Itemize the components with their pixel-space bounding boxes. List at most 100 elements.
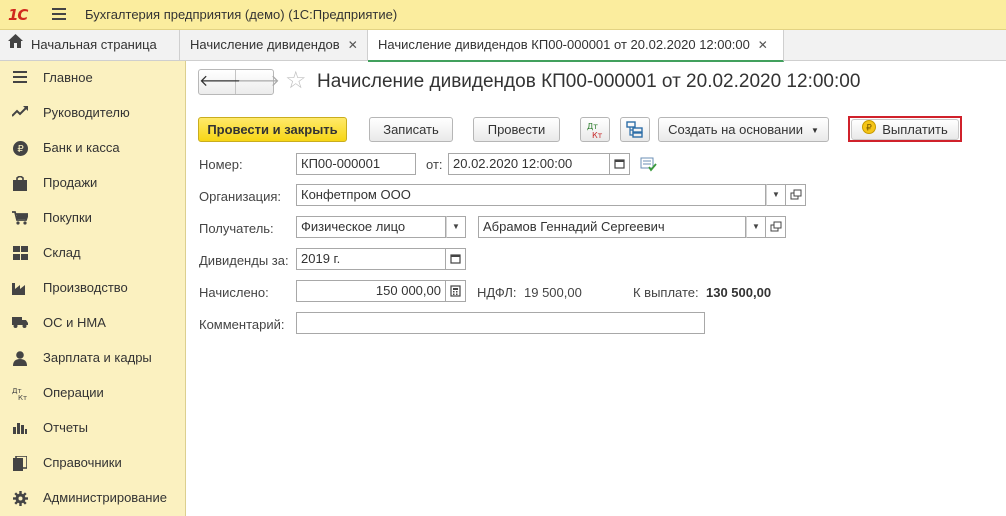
tab-dividends-list[interactable]: Начисление дивидендов ✕ xyxy=(180,30,368,61)
create-based-on-button[interactable]: Создать на основании ▼ xyxy=(658,117,829,142)
sidebar-item-purchases[interactable]: Покупки xyxy=(0,201,186,236)
organization-label: Организация: xyxy=(199,189,282,204)
sidebar-item-label: Операции xyxy=(43,385,104,400)
create-based-on-label: Создать на основании xyxy=(668,122,803,137)
ndfl-label: НДФЛ: xyxy=(477,285,517,300)
calendar-button[interactable] xyxy=(610,153,630,175)
sidebar-item-main[interactable]: Главное xyxy=(0,61,186,96)
sidebar-item-label: Отчеты xyxy=(43,420,88,435)
sidebar-item-label: Зарплата и кадры xyxy=(43,350,152,365)
period-calendar-button[interactable] xyxy=(446,248,466,270)
sidebar-item-administration[interactable]: Администрирование xyxy=(0,481,186,516)
recipient-dropdown[interactable]: ▼ xyxy=(746,216,766,238)
sidebar: Главное Руководителю ₽ Банк и касса Прод… xyxy=(0,61,186,516)
cart-icon xyxy=(12,211,30,227)
sidebar-item-reports[interactable]: Отчеты xyxy=(0,411,186,446)
svg-text:Кт: Кт xyxy=(18,394,27,401)
accrued-amount-field[interactable]: 150 000,00 xyxy=(296,280,446,302)
ruble-icon: ₽ xyxy=(12,141,28,157)
back-button[interactable]: 🡐 xyxy=(199,70,242,94)
dt-kt-icon: Дт Кт xyxy=(12,386,28,402)
svg-text:Кт: Кт xyxy=(592,131,603,139)
pay-button[interactable]: ₽ Выплатить xyxy=(851,119,959,140)
calendar-icon xyxy=(446,254,464,272)
sidebar-item-fixed-assets[interactable]: ОС и НМА xyxy=(0,306,186,341)
sidebar-item-operations[interactable]: Дт Кт Операции xyxy=(0,376,186,411)
factory-icon xyxy=(12,281,28,297)
dividends-period-field[interactable]: 2019 г. xyxy=(296,248,446,270)
sidebar-item-label: Главное xyxy=(43,70,93,85)
sidebar-item-label: ОС и НМА xyxy=(43,315,106,330)
sidebar-item-directories[interactable]: Справочники xyxy=(0,446,186,481)
title-bar: 1С Бухгалтерия предприятия (демо) (1С:Пр… xyxy=(0,0,1006,30)
post-and-close-button[interactable]: Провести и закрыть xyxy=(198,117,347,142)
forward-button[interactable]: 🡒 xyxy=(237,70,280,94)
dividends-for-label: Дивиденды за: xyxy=(199,253,289,268)
dt-kt-postings-button[interactable]: Дт Кт xyxy=(580,117,610,142)
date-field[interactable]: 20.02.2020 12:00:00 xyxy=(448,153,610,175)
tab-home-label: Начальная страница xyxy=(31,37,157,52)
recipient-open-button[interactable] xyxy=(766,216,786,238)
page-title: Начисление дивидендов КП00-000001 от 20.… xyxy=(317,71,861,92)
comment-field[interactable] xyxy=(296,312,705,334)
chevron-down-icon: ▼ xyxy=(810,126,819,136)
truck-icon xyxy=(12,316,28,332)
sidebar-item-label: Склад xyxy=(43,245,81,260)
main-menu-icon[interactable] xyxy=(52,8,66,21)
sidebar-item-production[interactable]: Производство xyxy=(0,271,186,306)
tab-home[interactable]: Начальная страница xyxy=(0,30,180,61)
navigation-buttons: 🡐 🡒 xyxy=(198,69,280,95)
chevron-down-icon: ▼ xyxy=(772,190,780,199)
organization-field[interactable]: Конфетпром ООО xyxy=(296,184,766,206)
tab-dividends-list-label: Начисление дивидендов xyxy=(190,37,340,52)
favorite-star-icon[interactable]: ☆ xyxy=(285,67,307,95)
sidebar-item-label: Администрирование xyxy=(43,490,167,505)
recipient-type-field[interactable]: Физическое лицо xyxy=(296,216,446,238)
close-icon[interactable]: ✕ xyxy=(758,30,768,60)
sidebar-item-label: Продажи xyxy=(43,175,98,190)
number-label: Номер: xyxy=(199,157,243,172)
svg-text:Дт: Дт xyxy=(587,122,598,131)
sidebar-item-manager[interactable]: Руководителю xyxy=(0,96,186,131)
structure-button[interactable] xyxy=(620,117,650,142)
person-icon xyxy=(12,351,28,367)
tab-dividend-document[interactable]: Начисление дивидендов КП00-000001 от 20.… xyxy=(368,30,784,62)
ndfl-value: 19 500,00 xyxy=(524,285,582,300)
sidebar-item-bank[interactable]: ₽ Банк и касса xyxy=(0,131,186,166)
trend-icon xyxy=(11,106,28,122)
post-button[interactable]: Провести xyxy=(473,117,560,142)
number-field[interactable]: КП00-000001 xyxy=(296,153,416,175)
open-window-icon xyxy=(786,189,806,208)
pay-label: Выплатить xyxy=(882,122,948,137)
hierarchy-icon xyxy=(626,121,644,142)
organization-open-button[interactable] xyxy=(786,184,806,206)
chevron-down-icon: ▼ xyxy=(752,222,760,231)
recipient-label: Получатель: xyxy=(199,221,274,236)
sidebar-item-label: Покупки xyxy=(43,210,92,225)
tab-dividend-document-label: Начисление дивидендов КП00-000001 от 20.… xyxy=(378,37,750,52)
edit-history-icon[interactable] xyxy=(640,156,658,175)
sidebar-item-sales[interactable]: Продажи xyxy=(0,166,186,201)
arrow-right-icon: 🡒 xyxy=(237,73,280,90)
gear-icon xyxy=(12,491,28,507)
ruble-coin-icon: ₽ xyxy=(862,119,877,139)
to-pay-label: К выплате: xyxy=(633,285,699,300)
sidebar-item-label: Банк и касса xyxy=(43,140,120,155)
save-button[interactable]: Записать xyxy=(369,117,453,142)
shopping-bag-icon xyxy=(12,175,28,192)
sidebar-item-warehouse[interactable]: Склад xyxy=(0,236,186,271)
sidebar-item-payroll[interactable]: Зарплата и кадры xyxy=(0,341,186,376)
calculator-button[interactable] xyxy=(446,280,466,302)
organization-dropdown[interactable]: ▼ xyxy=(766,184,786,206)
recipient-type-dropdown[interactable]: ▼ xyxy=(446,216,466,238)
open-window-icon xyxy=(766,221,786,240)
sidebar-item-label: Руководителю xyxy=(43,105,130,120)
recipient-field[interactable]: Абрамов Геннадий Сергеевич xyxy=(478,216,746,238)
close-icon[interactable]: ✕ xyxy=(348,30,358,60)
calendar-icon xyxy=(610,159,628,177)
warehouse-icon xyxy=(12,246,28,262)
chevron-down-icon: ▼ xyxy=(452,222,460,231)
bar-chart-icon xyxy=(12,421,28,437)
sidebar-item-label: Производство xyxy=(43,280,128,295)
comment-label: Комментарий: xyxy=(199,317,285,332)
